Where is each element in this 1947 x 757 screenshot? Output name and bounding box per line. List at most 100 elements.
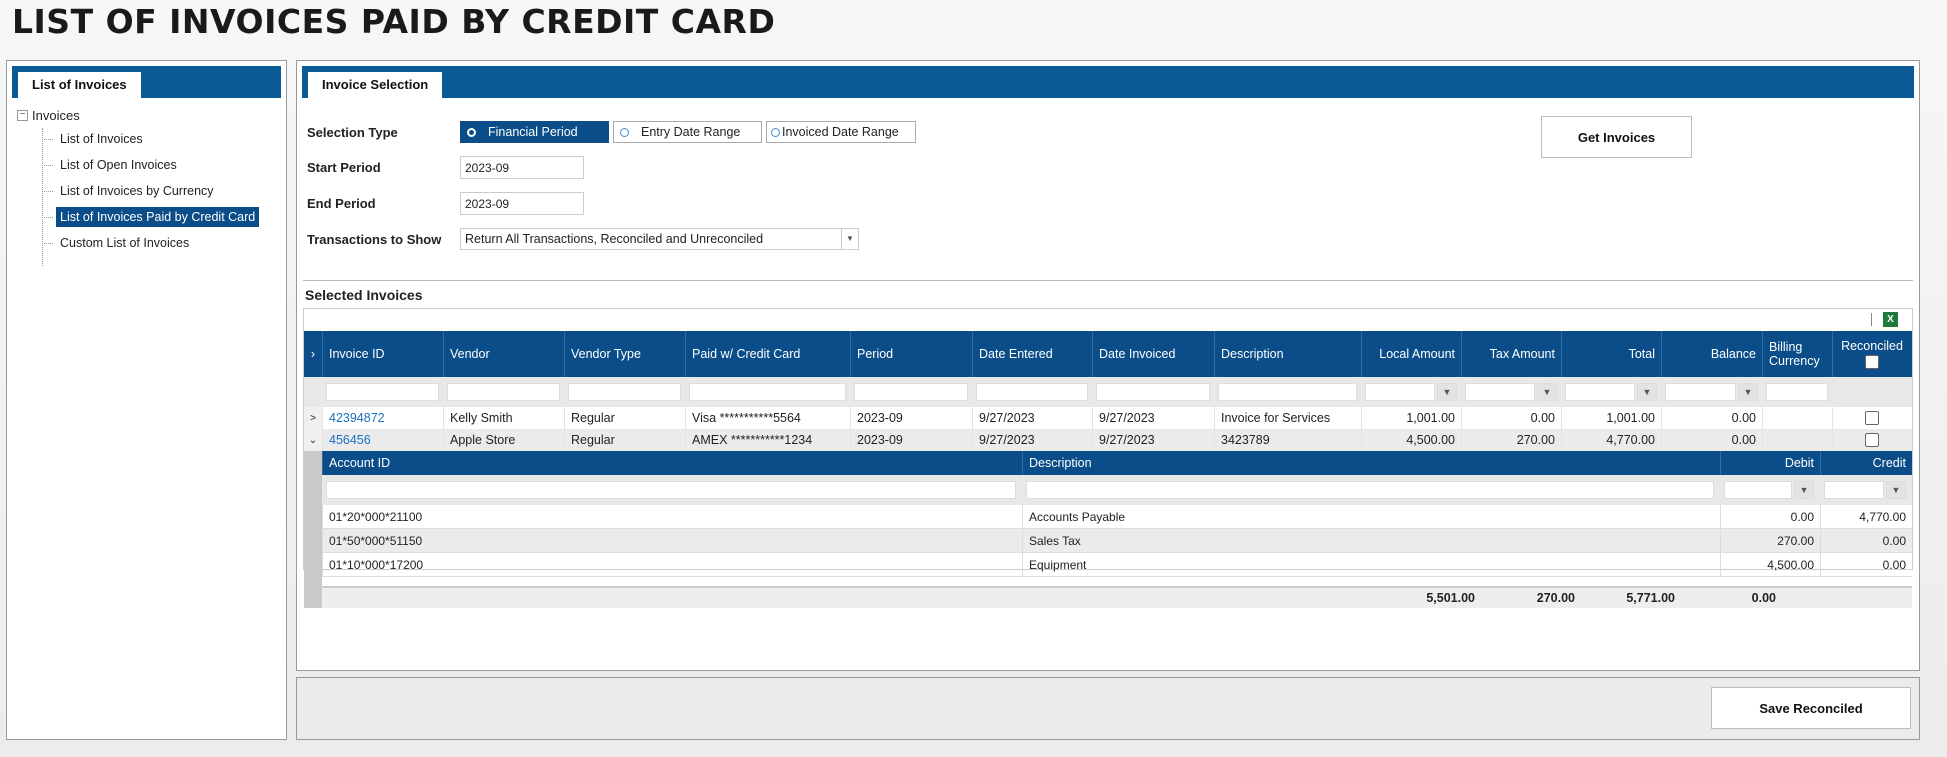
filter-account-id-input[interactable] <box>326 481 1016 499</box>
sidebar-item-list-of-open-invoices[interactable]: List of Open Invoices <box>42 152 286 178</box>
cell-description: 3423789 <box>1214 429 1361 451</box>
filter-detail-description-input[interactable] <box>1026 481 1714 499</box>
reconcile-all-checkbox[interactable] <box>1865 355 1879 369</box>
col-header-vendor-type[interactable]: Vendor Type <box>564 331 685 377</box>
table-row[interactable]: > 42394872 Kelly Smith Regular Visa ****… <box>304 407 1912 429</box>
col-header-credit[interactable]: Credit <box>1820 451 1912 475</box>
tab-list-of-invoices[interactable]: List of Invoices <box>18 72 141 98</box>
col-header-period[interactable]: Period <box>850 331 972 377</box>
cell-date-entered: 9/27/2023 <box>972 429 1092 451</box>
collapse-row-icon[interactable]: ⌄ <box>304 429 322 451</box>
reconciled-cell <box>1832 407 1911 429</box>
tab-invoice-selection[interactable]: Invoice Selection <box>308 72 443 98</box>
reconciled-checkbox[interactable] <box>1865 411 1879 425</box>
expand-all-icon[interactable]: › <box>304 331 322 377</box>
col-header-detail-description[interactable]: Description <box>1022 451 1720 475</box>
filter-total-input[interactable] <box>1565 383 1635 401</box>
cell-vendor: Kelly Smith <box>443 407 564 429</box>
dropdown-arrow-icon[interactable]: ▼ <box>841 229 858 249</box>
invoice-detail-section: Account ID Description Debit Credit ▼ ▼ … <box>304 451 1912 586</box>
col-header-balance[interactable]: Balance <box>1661 331 1762 377</box>
filter-icon[interactable]: ▼ <box>1886 481 1906 499</box>
total-total: 5,771.00 <box>1626 591 1675 605</box>
end-period-input[interactable]: 2023-09 <box>460 192 584 215</box>
filter-description-input[interactable] <box>1218 383 1357 401</box>
filter-period-input[interactable] <box>854 383 968 401</box>
save-reconciled-button[interactable]: Save Reconciled <box>1711 687 1911 729</box>
invoice-id-link[interactable]: 456456 <box>322 429 443 451</box>
action-bar: Save Reconciled <box>296 677 1920 740</box>
selection-type-label: Selection Type <box>307 124 398 140</box>
transactions-select[interactable]: Return All Transactions, Reconciled and … <box>460 228 859 250</box>
sidebar-item-label: List of Invoices by Currency <box>60 184 214 198</box>
radio-label: Entry Date Range <box>641 125 741 139</box>
reconciled-cell <box>1832 429 1911 451</box>
tree-connector <box>42 128 43 266</box>
col-header-local-amount[interactable]: Local Amount <box>1361 331 1461 377</box>
start-period-input[interactable]: 2023-09 <box>460 156 584 179</box>
cell-card: AMEX ***********1234 <box>685 429 850 451</box>
left-navigation-panel: List of Invoices − Invoices List of Invo… <box>6 60 287 740</box>
filter-icon[interactable]: ▼ <box>1437 383 1457 401</box>
col-header-date-invoiced[interactable]: Date Invoiced <box>1092 331 1214 377</box>
radio-entry-date-range[interactable]: Entry Date Range <box>613 121 762 143</box>
col-header-debit[interactable]: Debit <box>1720 451 1820 475</box>
get-invoices-button[interactable]: Get Invoices <box>1541 116 1692 158</box>
radio-financial-period[interactable]: Financial Period <box>460 121 609 143</box>
table-row[interactable]: ⌄ 456456 Apple Store Regular AMEX ******… <box>304 429 1912 451</box>
filter-credit-input[interactable] <box>1824 481 1884 499</box>
filter-icon[interactable]: ▼ <box>1537 383 1557 401</box>
col-header-vendor[interactable]: Vendor <box>443 331 564 377</box>
reconciled-header-label: Reconciled <box>1841 339 1903 353</box>
transactions-label: Transactions to Show <box>307 231 442 247</box>
filter-invoice-id-input[interactable] <box>326 383 439 401</box>
collapse-icon[interactable]: − <box>17 109 28 121</box>
cell-vendor: Apple Store <box>443 429 564 451</box>
tree-root-label: Invoices <box>32 107 80 123</box>
invoice-id-link[interactable]: 42394872 <box>322 407 443 429</box>
cell-detail-description: Equipment <box>1022 553 1720 576</box>
filter-date-invoiced-input[interactable] <box>1096 383 1210 401</box>
reconciled-checkbox[interactable] <box>1865 433 1879 447</box>
excel-export-icon[interactable]: X <box>1883 312 1898 327</box>
sidebar-item-custom-list[interactable]: Custom List of Invoices <box>42 230 286 256</box>
col-header-description[interactable]: Description <box>1214 331 1361 377</box>
expand-row-icon[interactable]: > <box>304 407 322 429</box>
filter-icon[interactable]: ▼ <box>1637 383 1657 401</box>
sidebar-item-invoices-by-currency[interactable]: List of Invoices by Currency <box>42 178 286 204</box>
cell-card: Visa ***********5564 <box>685 407 850 429</box>
filter-tax-amount-input[interactable] <box>1465 383 1535 401</box>
radio-invoiced-date-range[interactable]: Invoiced Date Range <box>766 121 916 143</box>
cell-tax-amount: 0.00 <box>1461 407 1561 429</box>
sidebar-item-list-of-invoices[interactable]: List of Invoices <box>42 126 286 152</box>
filter-local-amount-input[interactable] <box>1365 383 1435 401</box>
filter-balance-input[interactable] <box>1665 383 1736 401</box>
filter-card-input[interactable] <box>689 383 846 401</box>
totals-spacer <box>322 588 1381 608</box>
filter-vendor-type-input[interactable] <box>568 383 681 401</box>
cell-account-id: 01*10*000*17200 <box>322 553 1022 576</box>
col-header-total[interactable]: Total <box>1561 331 1661 377</box>
sidebar-item-paid-by-credit-card[interactable]: List of Invoices Paid by Credit Card <box>42 204 286 230</box>
filter-vendor-input[interactable] <box>447 383 560 401</box>
radio-selected-icon <box>467 127 476 137</box>
filter-billing-currency-input[interactable] <box>1766 383 1828 401</box>
detail-row: 01*20*000*21100 Accounts Payable 0.00 4,… <box>322 505 1912 529</box>
filter-icon[interactable]: ▼ <box>1794 481 1814 499</box>
filter-icon[interactable]: ▼ <box>1738 383 1758 401</box>
col-header-date-entered[interactable]: Date Entered <box>972 331 1092 377</box>
left-tab-bar: List of Invoices <box>12 66 281 98</box>
cell-account-id: 01*50*000*51150 <box>322 529 1022 552</box>
col-header-tax-amount[interactable]: Tax Amount <box>1461 331 1561 377</box>
col-header-invoice-id[interactable]: Invoice ID <box>322 331 443 377</box>
tree-root-invoices[interactable]: − Invoices <box>17 104 286 126</box>
radio-icon <box>620 127 629 137</box>
col-header-paid-with-card[interactable]: Paid w/ Credit Card <box>685 331 850 377</box>
filter-date-entered-input[interactable] <box>976 383 1088 401</box>
grid-toolbar: X <box>304 309 1912 331</box>
end-period-label: End Period <box>307 196 376 211</box>
col-header-account-id[interactable]: Account ID <box>322 451 1022 475</box>
col-header-billing-currency[interactable]: Billing Currency <box>1762 331 1832 377</box>
filter-debit-input[interactable] <box>1724 481 1792 499</box>
detail-row: 01*10*000*17200 Equipment 4,500.00 0.00 <box>322 553 1912 577</box>
